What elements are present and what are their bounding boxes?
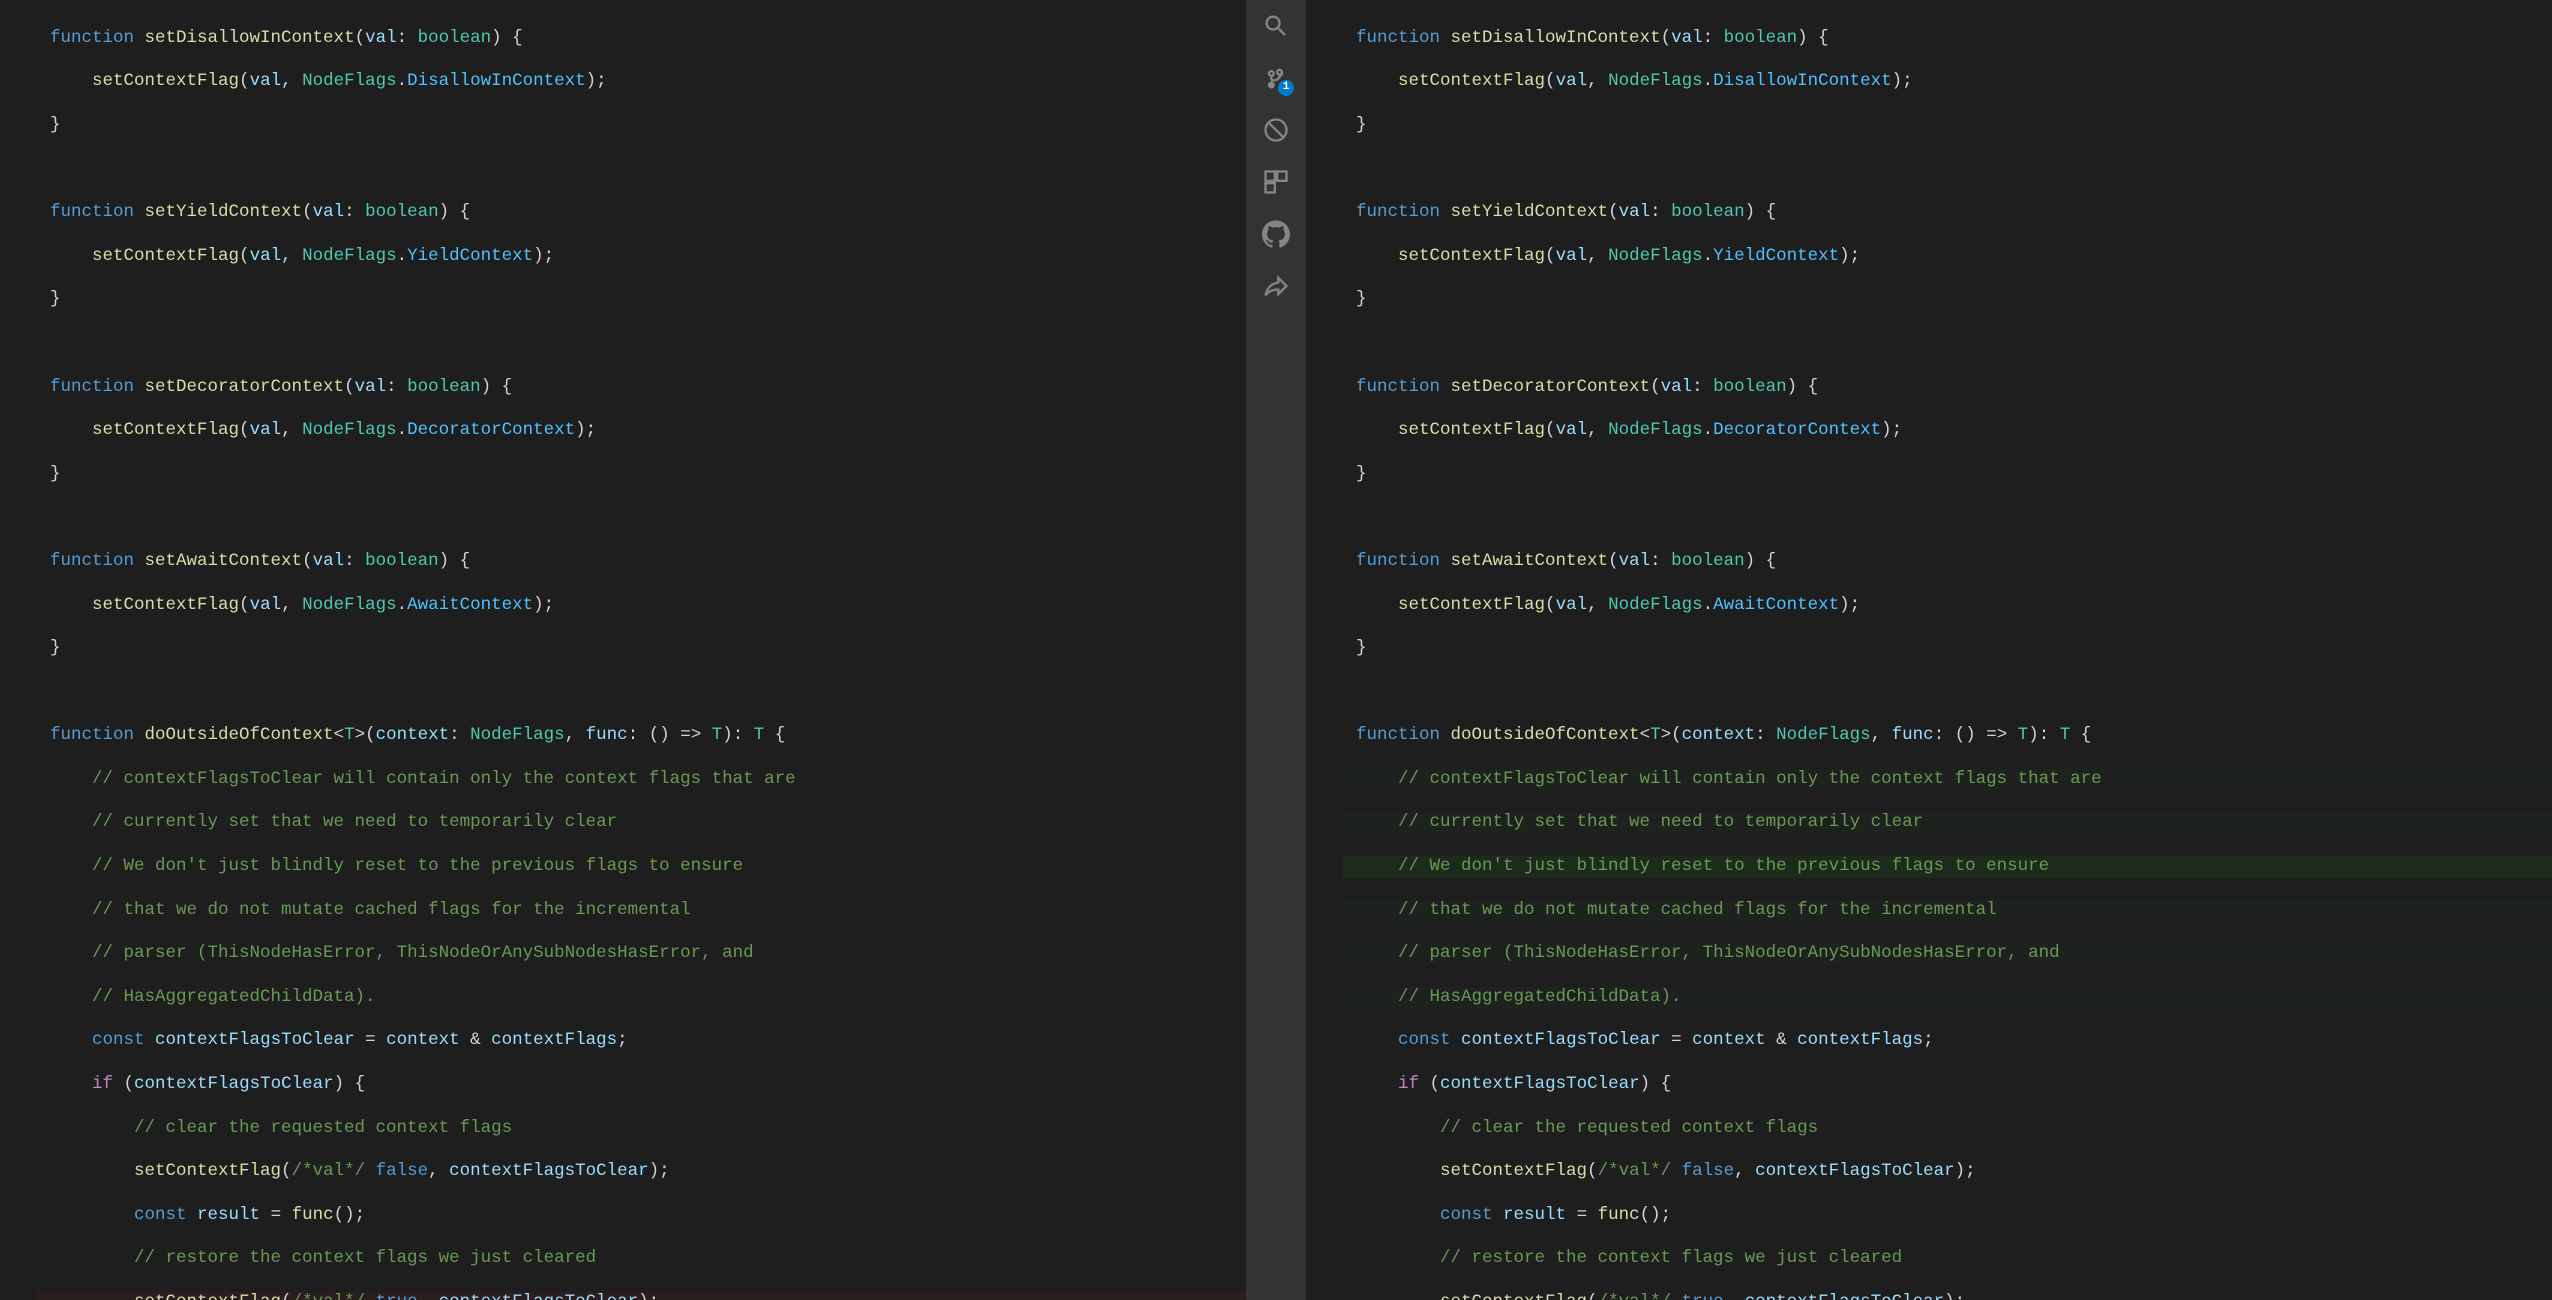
diff-view-container: function setDisallowInContext(val: boole…	[0, 0, 2552, 1300]
scm-badge: 1	[1278, 80, 1294, 96]
right-code: function setDisallowInContext(val: boole…	[1306, 6, 2552, 1300]
source-control-icon[interactable]: 1	[1260, 62, 1292, 94]
search-icon[interactable]	[1260, 10, 1292, 42]
left-editor-pane[interactable]: function setDisallowInContext(val: boole…	[0, 0, 1246, 1300]
right-editor-pane[interactable]: function setDisallowInContext(val: boole…	[1306, 0, 2552, 1300]
github-icon[interactable]	[1260, 218, 1292, 250]
debug-icon[interactable]	[1260, 114, 1292, 146]
left-code: function setDisallowInContext(val: boole…	[0, 6, 1246, 1300]
activity-bar: 1	[1246, 0, 1306, 1300]
share-icon[interactable]	[1260, 270, 1292, 302]
extensions-icon[interactable]	[1260, 166, 1292, 198]
